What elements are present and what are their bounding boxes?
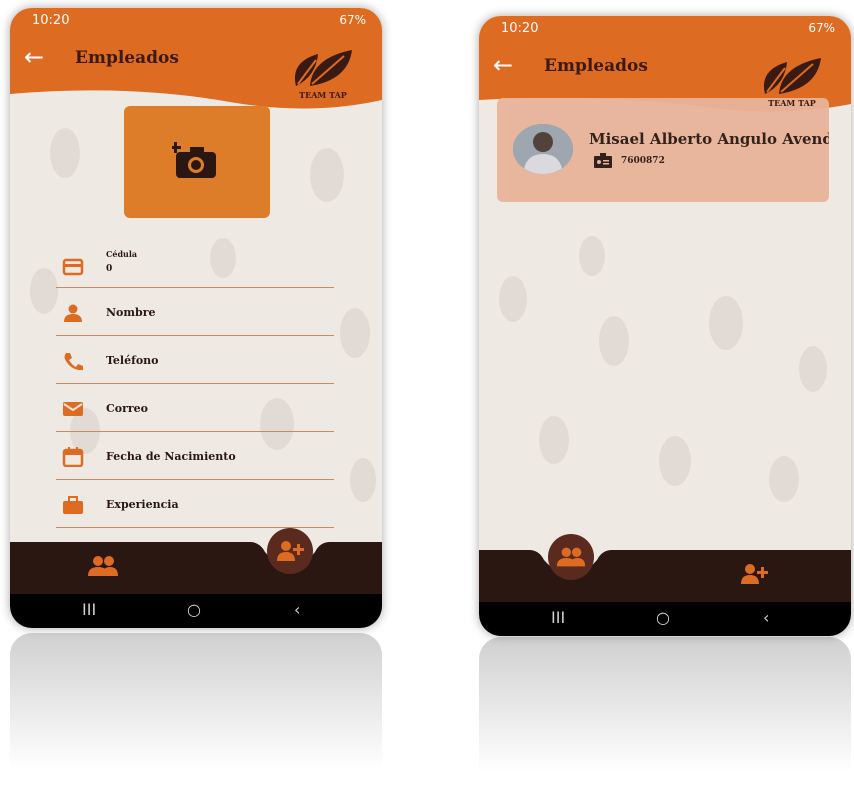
briefcase-icon bbox=[63, 496, 83, 514]
field-value: 0 bbox=[106, 264, 113, 274]
employees-tab-icon[interactable] bbox=[86, 554, 120, 578]
add-person-icon bbox=[277, 541, 304, 561]
employee-name: Misael Alberto Angulo Avend bbox=[589, 130, 829, 148]
system-navigation-bar: III ○ ‹ bbox=[479, 602, 851, 636]
field-correo[interactable]: Correo bbox=[56, 385, 334, 432]
bottom-navigation bbox=[479, 550, 851, 602]
back-arrow-icon[interactable]: ← bbox=[24, 45, 50, 69]
employee-card[interactable]: Misael Alberto Angulo Avend 7600872 bbox=[497, 98, 829, 202]
employee-id: 7600872 bbox=[621, 156, 665, 166]
recent-apps-icon[interactable]: III bbox=[551, 608, 565, 627]
id-card-icon bbox=[62, 258, 84, 276]
badge-icon bbox=[594, 153, 612, 168]
status-bar: 10:20 67% bbox=[479, 16, 851, 42]
field-label: Correo bbox=[106, 402, 149, 415]
phone-reflection bbox=[10, 633, 382, 783]
team-tap-logo: TEAM TAP bbox=[757, 54, 827, 112]
field-cedula[interactable]: Cédula 0 bbox=[56, 241, 334, 288]
field-label: Teléfono bbox=[106, 354, 159, 367]
add-employee-tab-button[interactable] bbox=[267, 528, 313, 574]
battery-level: 67% bbox=[808, 21, 835, 35]
person-icon bbox=[64, 304, 82, 322]
recent-apps-icon[interactable]: III bbox=[82, 600, 96, 619]
field-fecha-nacimiento[interactable]: Fecha de Nacimiento bbox=[56, 433, 334, 480]
leaf-logo-icon bbox=[763, 58, 821, 94]
bottom-navigation bbox=[10, 542, 382, 594]
phone-icon bbox=[64, 353, 83, 371]
status-time: 10:20 bbox=[501, 21, 539, 36]
phone-screen-add-employee: 10:20 67% ← Empleados TEAM TAP Cédula 0 bbox=[10, 8, 382, 628]
field-telefono[interactable]: Teléfono bbox=[56, 337, 334, 384]
page-title: Empleados bbox=[544, 56, 648, 76]
phone-screen-employee-list: 10:20 67% ← Empleados TEAM TAP Misael Al… bbox=[479, 16, 851, 636]
calendar-icon bbox=[62, 447, 84, 467]
leaf-logo-icon bbox=[294, 50, 352, 86]
phone-reflection bbox=[479, 637, 851, 787]
add-photo-button[interactable] bbox=[124, 106, 270, 218]
back-arrow-icon[interactable]: ← bbox=[493, 53, 519, 77]
system-navigation-bar: III ○ ‹ bbox=[10, 594, 382, 628]
back-nav-icon[interactable]: ‹ bbox=[763, 608, 769, 627]
field-label: Nombre bbox=[106, 306, 156, 319]
employees-tab-button[interactable] bbox=[548, 534, 594, 580]
email-icon bbox=[63, 402, 83, 416]
avatar bbox=[513, 124, 573, 174]
add-camera-icon bbox=[172, 142, 216, 178]
field-experiencia[interactable]: Experiencia bbox=[56, 481, 334, 528]
back-nav-icon[interactable]: ‹ bbox=[294, 600, 300, 619]
logo-text: TEAM TAP bbox=[299, 90, 347, 100]
add-employee-tab-icon[interactable] bbox=[739, 562, 769, 586]
status-time: 10:20 bbox=[32, 13, 70, 28]
logo-text: TEAM TAP bbox=[768, 98, 816, 108]
status-bar: 10:20 67% bbox=[10, 8, 382, 34]
home-icon[interactable]: ○ bbox=[187, 600, 201, 619]
home-icon[interactable]: ○ bbox=[656, 608, 670, 627]
field-nombre[interactable]: Nombre bbox=[56, 289, 334, 336]
field-label: Cédula bbox=[106, 249, 138, 259]
field-label: Experiencia bbox=[106, 498, 179, 511]
battery-level: 67% bbox=[339, 13, 366, 27]
team-tap-logo: TEAM TAP bbox=[288, 46, 358, 104]
employees-icon bbox=[556, 547, 586, 567]
field-label: Fecha de Nacimiento bbox=[106, 450, 236, 463]
page-title: Empleados bbox=[75, 48, 179, 68]
